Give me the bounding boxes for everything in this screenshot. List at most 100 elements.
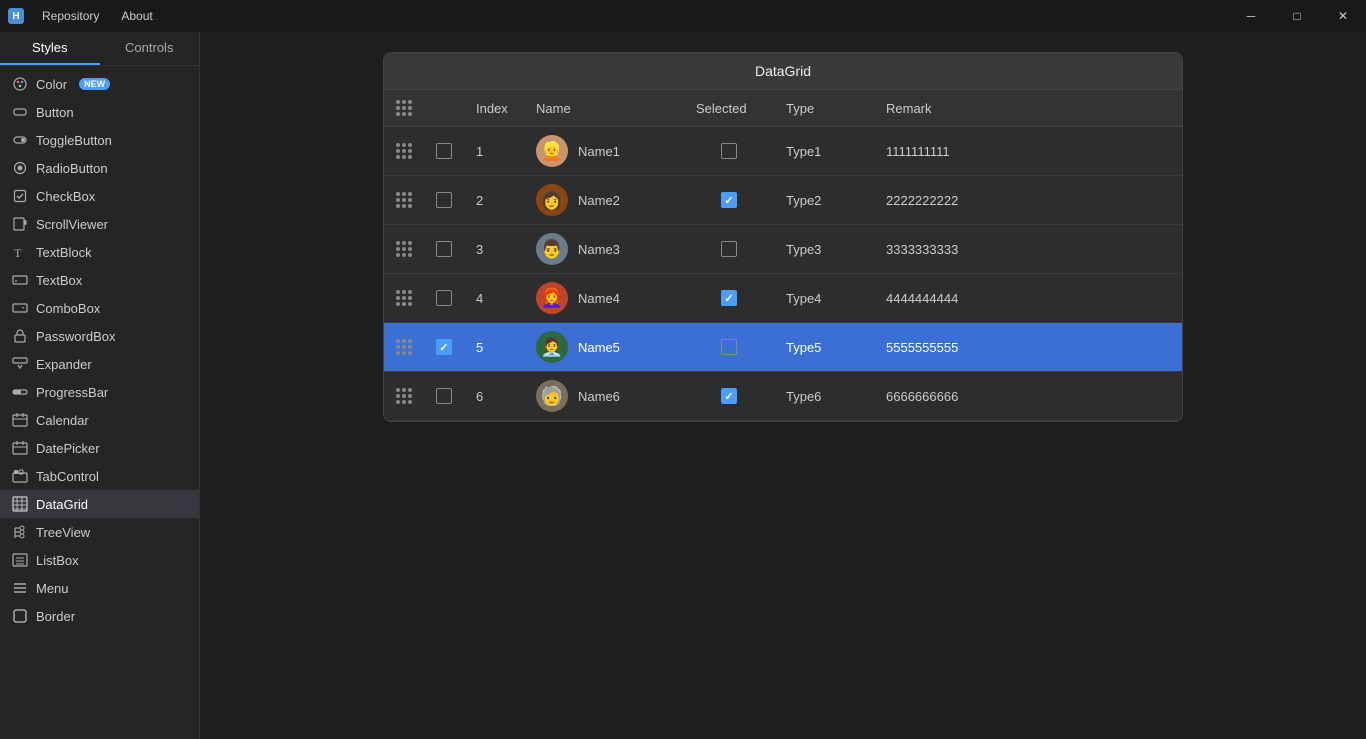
cell-name: 👨Name3: [524, 225, 684, 273]
table-row[interactable]: 4👩‍🦰Name4Type44444444444: [384, 274, 1182, 323]
cell-selected[interactable]: [684, 127, 774, 176]
drag-handle-icon: [396, 100, 412, 116]
border-icon: [12, 608, 28, 624]
window-controls: ─ □ ✕: [1228, 0, 1366, 32]
close-button[interactable]: ✕: [1320, 0, 1366, 32]
selected-checkbox[interactable]: [721, 241, 737, 257]
sidebar-item-textbox[interactable]: TextBox: [0, 266, 199, 294]
minimize-button[interactable]: ─: [1228, 0, 1274, 32]
sidebar-item-checkbox[interactable]: CheckBox: [0, 182, 199, 210]
cell-row-checkbox[interactable]: [424, 225, 464, 274]
sidebar-label-menu: Menu: [36, 581, 69, 596]
datagrid-table: Index Name Selected Type Remark 1👱Name1T…: [384, 90, 1182, 421]
cell-row-checkbox[interactable]: [424, 127, 464, 176]
cell-index: 3: [464, 225, 524, 274]
row-checkbox[interactable]: [436, 339, 452, 355]
row-checkbox[interactable]: [436, 388, 452, 404]
drag-handle-icon: [396, 290, 412, 306]
sidebar-item-textblock[interactable]: T TextBlock: [0, 238, 199, 266]
cell-type: Type6: [774, 372, 874, 421]
cell-remark: 3333333333: [874, 225, 1182, 274]
sidebar-item-datagrid[interactable]: DataGrid: [0, 490, 199, 518]
cell-selected[interactable]: [684, 372, 774, 421]
cell-selected[interactable]: [684, 225, 774, 274]
col-header-index: Index: [464, 90, 524, 127]
cell-row-checkbox[interactable]: [424, 274, 464, 323]
menu-repository[interactable]: Repository: [32, 5, 109, 27]
menu-icon: [12, 580, 28, 596]
cell-row-checkbox[interactable]: [424, 323, 464, 372]
scroll-icon: [12, 216, 28, 232]
selected-checkbox[interactable]: [721, 290, 737, 306]
col-header-type: Type: [774, 90, 874, 127]
sidebar-item-border[interactable]: Border: [0, 602, 199, 630]
cell-row-checkbox[interactable]: [424, 176, 464, 225]
drag-handle-icon: [396, 388, 412, 404]
avatar: 👱: [536, 135, 568, 167]
cell-selected[interactable]: [684, 274, 774, 323]
cell-remark: 1111111111: [874, 127, 1182, 176]
sidebar-label-textbox: TextBox: [36, 273, 82, 288]
selected-checkbox[interactable]: [721, 192, 737, 208]
drag-handle-icon: [396, 339, 412, 355]
row-checkbox[interactable]: [436, 192, 452, 208]
table-row[interactable]: 5🧑‍💼Name5Type55555555555: [384, 323, 1182, 372]
row-checkbox[interactable]: [436, 290, 452, 306]
sidebar-item-combobox[interactable]: ComboBox: [0, 294, 199, 322]
sidebar-item-treeview[interactable]: TreeView: [0, 518, 199, 546]
table-row[interactable]: 1👱Name1Type11111111111: [384, 127, 1182, 176]
checkbox-icon: [12, 188, 28, 204]
table-row[interactable]: 6🧓Name6Type66666666666: [384, 372, 1182, 421]
avatar: 👨: [536, 233, 568, 265]
sidebar-item-expander[interactable]: Expander: [0, 350, 199, 378]
sidebar-item-color[interactable]: Color NEW: [0, 70, 199, 98]
col-header-checkbox: [424, 90, 464, 127]
main-content: DataGrid Index Name: [200, 32, 1366, 739]
sidebar-label-combobox: ComboBox: [36, 301, 100, 316]
selected-checkbox[interactable]: [721, 388, 737, 404]
sidebar-item-radiobutton[interactable]: RadioButton: [0, 154, 199, 182]
row-checkbox[interactable]: [436, 241, 452, 257]
cell-handle: [384, 225, 424, 274]
sidebar-label-textblock: TextBlock: [36, 245, 92, 260]
datagrid-icon: [12, 496, 28, 512]
sidebar: Styles Controls Color NEW: [0, 32, 200, 739]
selected-checkbox[interactable]: [721, 339, 737, 355]
table-row[interactable]: 3👨Name3Type33333333333: [384, 225, 1182, 274]
app-body: Styles Controls Color NEW: [0, 32, 1366, 739]
selected-checkbox[interactable]: [721, 143, 737, 159]
sidebar-item-menu[interactable]: Menu: [0, 574, 199, 602]
cell-selected[interactable]: [684, 176, 774, 225]
sidebar-item-togglebutton[interactable]: ToggleButton: [0, 126, 199, 154]
new-badge-color: NEW: [79, 78, 110, 90]
tab-styles[interactable]: Styles: [0, 32, 100, 65]
table-row[interactable]: 2👩Name2Type22222222222: [384, 176, 1182, 225]
row-checkbox[interactable]: [436, 143, 452, 159]
maximize-button[interactable]: □: [1274, 0, 1320, 32]
col-header-remark: Remark: [874, 90, 1182, 127]
app-icon: H: [8, 8, 24, 24]
cell-remark: 2222222222: [874, 176, 1182, 225]
sidebar-label-expander: Expander: [36, 357, 92, 372]
sidebar-item-progressbar[interactable]: ProgressBar: [0, 378, 199, 406]
sidebar-item-datepicker[interactable]: DatePicker: [0, 434, 199, 462]
sidebar-item-button[interactable]: Button: [0, 98, 199, 126]
cell-name: 🧓Name6: [524, 372, 684, 420]
sidebar-item-passwordbox[interactable]: PasswordBox: [0, 322, 199, 350]
sidebar-items-list: Color NEW Button ToggleButton: [0, 66, 199, 739]
cell-row-checkbox[interactable]: [424, 372, 464, 421]
sidebar-item-tabcontrol[interactable]: TabControl: [0, 462, 199, 490]
sidebar-item-listbox[interactable]: ListBox: [0, 546, 199, 574]
menu-about[interactable]: About: [111, 5, 162, 27]
drag-handle-icon: [396, 192, 412, 208]
col-header-selected: Selected: [684, 90, 774, 127]
cell-type: Type2: [774, 176, 874, 225]
sidebar-item-scrollviewer[interactable]: ScrollViewer: [0, 210, 199, 238]
tab-controls[interactable]: Controls: [100, 32, 200, 65]
sidebar-item-calendar[interactable]: Calendar: [0, 406, 199, 434]
cell-name: 👩Name2: [524, 176, 684, 224]
sidebar-label-border: Border: [36, 609, 75, 624]
name-label: Name2: [578, 193, 620, 208]
cell-selected[interactable]: [684, 323, 774, 372]
button-icon: [12, 104, 28, 120]
